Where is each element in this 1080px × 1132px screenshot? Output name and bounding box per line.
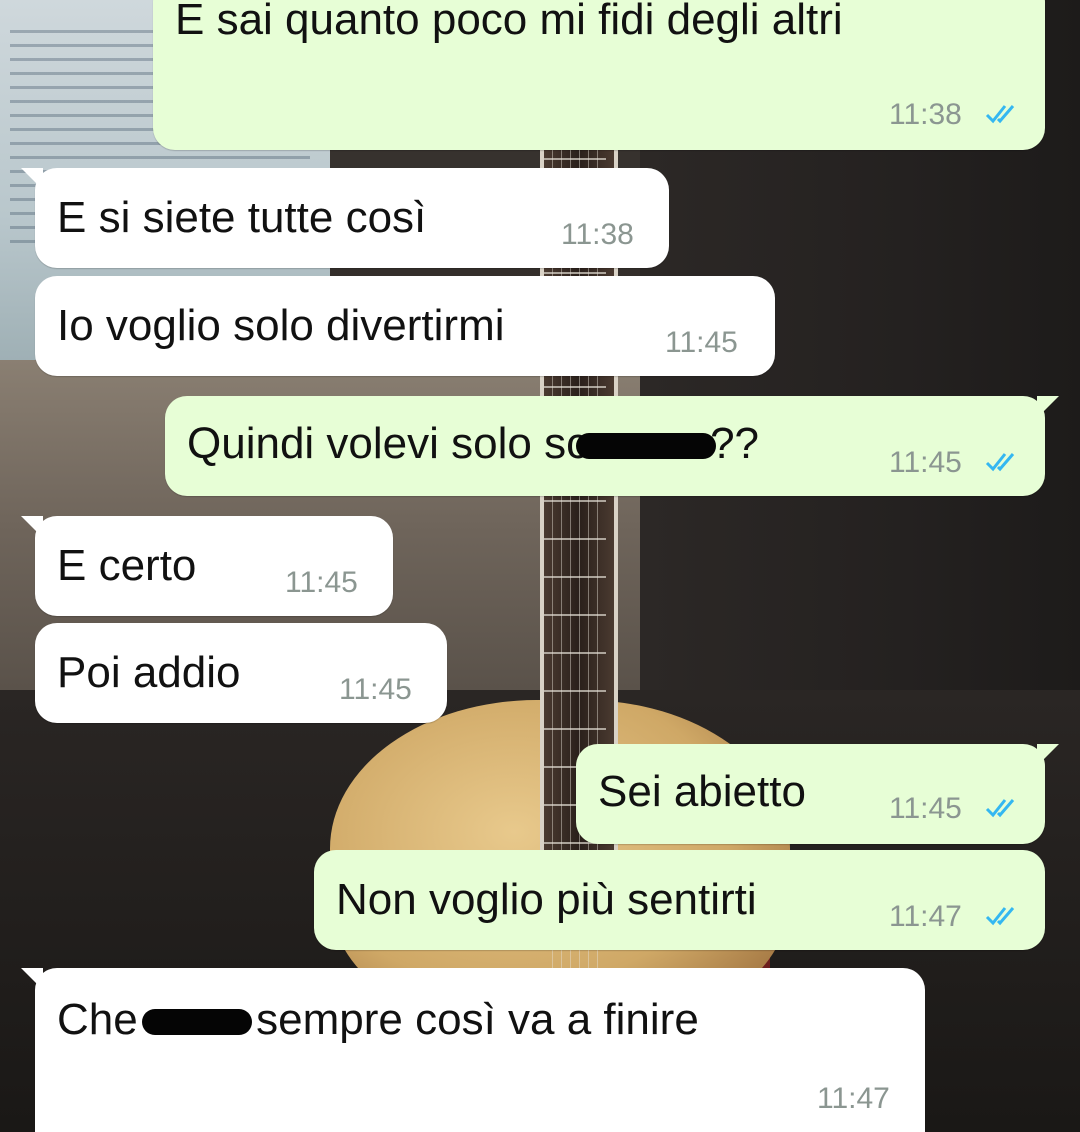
- message-time: 11:47: [889, 900, 962, 933]
- message-outgoing[interactable]: Quindi volevi solo sc?? 11:45: [165, 396, 1059, 496]
- read-receipt-icon: [985, 105, 1015, 124]
- message-time: 11:45: [339, 673, 412, 706]
- read-receipt-icon: [985, 799, 1015, 818]
- message-outgoing[interactable]: Non voglio più sentirti 11:47: [314, 850, 1045, 950]
- redaction-mark: [141, 1009, 252, 1036]
- message-text: Non voglio più sentirti: [336, 875, 757, 924]
- message-time: 11:47: [817, 1082, 890, 1115]
- message-time: 11:45: [665, 326, 738, 359]
- message-text-end: ??: [710, 419, 760, 468]
- message-time: 11:45: [889, 792, 962, 825]
- message-incoming[interactable]: E certo 11:45: [21, 516, 393, 616]
- message-text-start: Quindi volevi solo sc: [187, 419, 589, 468]
- bubble-tail: [1037, 744, 1059, 766]
- read-receipt-icon: [985, 907, 1015, 926]
- message-text: Sei abietto: [598, 767, 806, 816]
- read-receipt-icon: [985, 453, 1015, 472]
- message-text-start: Che: [57, 995, 150, 1044]
- message-incoming[interactable]: E si siete tutte così 11:38: [21, 168, 669, 268]
- message-text: E certo: [57, 541, 197, 590]
- bubble-tail: [21, 516, 43, 538]
- message-time: 11:45: [889, 446, 962, 479]
- message-outgoing[interactable]: Sei abietto 11:45: [576, 744, 1059, 844]
- message-text: E si siete tutte così: [57, 193, 427, 242]
- message-time: 11:38: [889, 98, 962, 131]
- message-text: Poi addio: [57, 648, 241, 697]
- message-outgoing[interactable]: E sai quanto poco mi fidi degli altri 11…: [153, 0, 1045, 150]
- message-text: Che sempre così va a finire: [57, 998, 699, 1042]
- message-incoming[interactable]: Io voglio solo divertirmi 11:45: [35, 276, 775, 376]
- message-text-end: sempre così va a finire: [243, 995, 699, 1044]
- message-text: E sai quanto poco mi fidi degli altri: [175, 0, 843, 44]
- bubble-tail: [1037, 396, 1059, 418]
- bubble-tail: [21, 968, 43, 990]
- redaction-mark: [576, 433, 717, 460]
- message-text: Io voglio solo divertirmi: [57, 301, 505, 350]
- message-text: Quindi volevi solo sc??: [187, 422, 759, 466]
- message-incoming[interactable]: Che sempre così va a finire 11:47: [21, 968, 925, 1132]
- message-time: 11:38: [561, 218, 634, 251]
- message-incoming[interactable]: Poi addio 11:45: [35, 623, 447, 723]
- message-time: 11:45: [285, 566, 358, 599]
- bubble-tail: [21, 168, 43, 190]
